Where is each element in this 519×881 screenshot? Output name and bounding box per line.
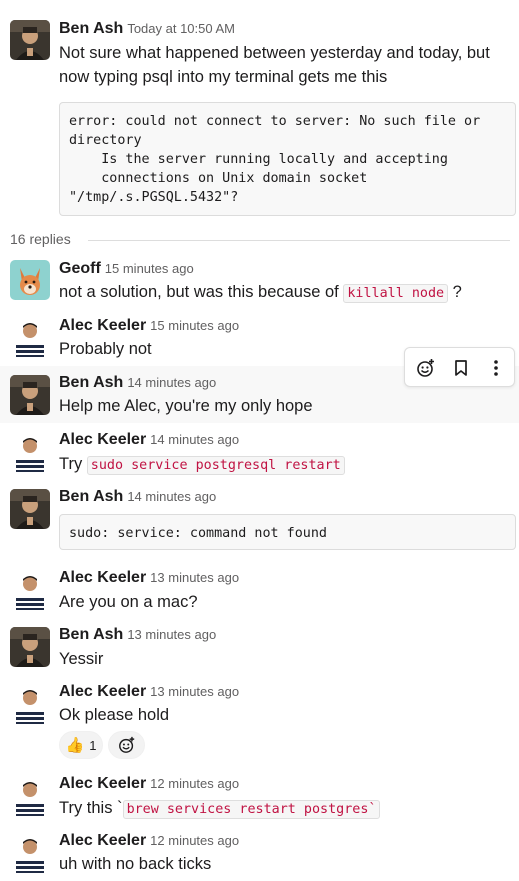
message-timestamp[interactable]: 13 minutes ago: [127, 627, 216, 642]
reply-message[interactable]: Ben Ash 14 minutes ago sudo: service: com…: [0, 480, 519, 560]
avatar-alec-keeler[interactable]: [10, 833, 50, 873]
message-timestamp[interactable]: 15 minutes ago: [105, 261, 194, 276]
avatar-alec-keeler[interactable]: [10, 776, 50, 816]
author-name[interactable]: Alec Keeler: [59, 775, 146, 792]
text-fragment: Try: [59, 455, 87, 473]
author-name[interactable]: Alec Keeler: [59, 317, 146, 334]
message-text: Ok please hold: [59, 706, 170, 724]
message-timestamp[interactable]: 13 minutes ago: [150, 684, 239, 699]
avatar-alec-keeler[interactable]: [10, 432, 50, 472]
avatar-ben-ash[interactable]: [10, 489, 50, 529]
author-name[interactable]: Alec Keeler: [59, 832, 146, 849]
reaction-pill[interactable]: 👍 1: [59, 731, 103, 759]
bookmark-icon: [455, 360, 467, 376]
thread-root-message[interactable]: Ben Ash Today at 10:50 AM Not sure what h…: [0, 0, 519, 225]
reply-message[interactable]: Ben Ash 13 minutes ago Yessir: [0, 618, 519, 674]
reply-message[interactable]: Alec Keeler 14 minutes ago Try sudo servi…: [0, 423, 519, 479]
reply-message[interactable]: Alec Keeler 12 minutes ago uh with no bac…: [0, 824, 519, 881]
code-block: error: could not connect to server: No s…: [59, 102, 516, 216]
author-name[interactable]: Ben Ash: [59, 626, 123, 643]
replies-count: 16 replies: [10, 231, 81, 247]
message-text: Help me Alec, you're my only hope: [59, 397, 313, 415]
author-name[interactable]: Alec Keeler: [59, 431, 146, 448]
message-text: Probably not: [59, 340, 152, 358]
message-text: Yessir: [59, 650, 104, 668]
inline-code: killall node: [343, 284, 449, 303]
message-timestamp[interactable]: 14 minutes ago: [127, 375, 216, 390]
avatar-alec-keeler[interactable]: [10, 317, 50, 357]
message-actions-toolbar: [404, 347, 515, 387]
author-name[interactable]: Alec Keeler: [59, 683, 146, 700]
message-timestamp[interactable]: 13 minutes ago: [150, 570, 239, 585]
reaction-count: 1: [89, 737, 97, 753]
reply-message[interactable]: Alec Keeler 12 minutes ago Try this ` brew…: [0, 767, 519, 823]
avatar-ben-ash[interactable]: [10, 627, 50, 667]
avatar-ben-ash[interactable]: [10, 20, 50, 60]
message-timestamp[interactable]: 14 minutes ago: [150, 432, 239, 447]
avatar-alec-keeler[interactable]: [10, 684, 50, 724]
avatar-alec-keeler[interactable]: [10, 570, 50, 610]
message-timestamp[interactable]: 12 minutes ago: [150, 833, 239, 848]
avatar-ben-ash[interactable]: [10, 375, 50, 415]
add-reaction-button[interactable]: [411, 353, 441, 383]
more-actions-icon: [494, 360, 498, 376]
author-name[interactable]: Ben Ash: [59, 374, 123, 391]
divider-line: [88, 240, 510, 241]
add-reaction-icon: [417, 359, 434, 377]
message-timestamp[interactable]: 12 minutes ago: [150, 776, 239, 791]
text-fragment: not a solution, but was this because of: [59, 283, 344, 301]
text-fragment: ?: [448, 283, 462, 301]
message-timestamp[interactable]: Today at 10:50 AM: [127, 21, 235, 36]
avatar-geoff[interactable]: [10, 260, 50, 300]
message-text: not a solution, but was this because of …: [59, 280, 462, 306]
thumbs-up-icon: 👍: [65, 737, 85, 754]
message-text: Try sudo service postgresql restart: [59, 452, 345, 478]
more-actions-button[interactable]: [481, 353, 511, 383]
replies-divider: 16 replies: [10, 231, 510, 249]
author-name[interactable]: Geoff: [59, 260, 101, 277]
author-name[interactable]: Ben Ash: [59, 488, 123, 505]
reply-message[interactable]: Geoff 15 minutes ago not a solution, but …: [0, 252, 519, 308]
add-reaction-button[interactable]: [108, 731, 145, 759]
reply-message[interactable]: Alec Keeler 13 minutes ago Ok please hold…: [0, 675, 519, 767]
add-reaction-icon: [118, 736, 134, 753]
author-name[interactable]: Alec Keeler: [59, 569, 146, 586]
inline-code: brew services restart postgres`: [122, 800, 381, 819]
inline-code: sudo service postgresql restart: [86, 456, 345, 475]
save-message-button[interactable]: [446, 353, 476, 383]
reply-message[interactable]: Alec Keeler 13 minutes ago Are you on a m…: [0, 561, 519, 617]
message-timestamp[interactable]: 15 minutes ago: [150, 318, 239, 333]
message-text: Are you on a mac?: [59, 593, 198, 611]
message-text: Not sure what happened between yesterday…: [59, 44, 490, 86]
message-timestamp[interactable]: 14 minutes ago: [127, 489, 216, 504]
author-name[interactable]: Ben Ash: [59, 20, 123, 37]
message-text: uh with no back ticks: [59, 855, 212, 873]
text-fragment: Try this `: [59, 799, 123, 817]
message-text: Try this ` brew services restart postgres…: [59, 796, 381, 822]
code-block: sudo: service: command not found: [59, 514, 516, 550]
